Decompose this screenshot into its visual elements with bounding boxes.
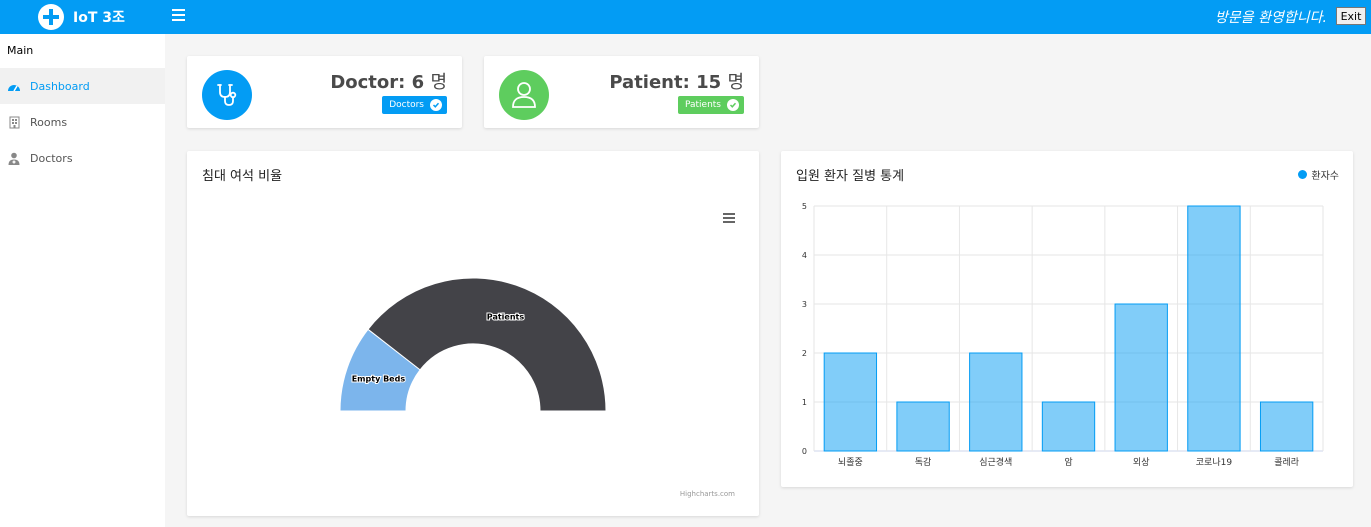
y-tick-label: 5 (802, 202, 807, 211)
x-tick-label: 코로나19 (1196, 457, 1233, 468)
y-tick-label: 4 (802, 251, 807, 260)
brand[interactable]: IoT 3조 (38, 3, 125, 31)
sidebar-item-label: Rooms (30, 115, 68, 129)
bed-pie-chart: Empty Beds Patients (339, 277, 607, 412)
stethoscope-icon (202, 70, 252, 120)
pie-slice-label: Empty Beds (352, 375, 406, 384)
patient-stat-card: Patient: 15 명 Patients (484, 56, 759, 128)
sidebar: Main Dashboard Rooms Doctors (0, 34, 165, 527)
bar[interactable] (823, 352, 878, 452)
top-bar: IoT 3조 방문을 환영합니다. Exit (0, 0, 1371, 34)
x-tick-label: 외상 (1133, 456, 1150, 468)
patient-count: Patient: 15 명 (609, 72, 744, 93)
y-tick-label: 1 (802, 398, 807, 407)
pie-slice-label: Patients (487, 312, 525, 321)
y-tick-label: 3 (802, 300, 807, 309)
bed-ratio-card: 침대 여석 비율 Empty Beds Patients Highcharts.c… (187, 151, 759, 516)
sidebar-item-doctors[interactable]: Doctors (0, 140, 165, 176)
disease-stats-card: 입원 환자 질병 통계 환자수 0 1 2 3 4 5 뇌졸중 독감 심근경색 암 외상 코로나19 콜… (781, 151, 1353, 487)
building-icon (7, 116, 21, 129)
bar[interactable] (1259, 401, 1314, 452)
user-icon (499, 70, 549, 120)
x-tick-label: 뇌졸중 (838, 457, 863, 468)
patients-badge[interactable]: Patients (677, 96, 744, 114)
bar[interactable] (896, 401, 950, 452)
doctor-count: Doctor: 6 명 (330, 72, 447, 93)
sidebar-item-rooms[interactable]: Rooms (0, 104, 165, 140)
user-md-icon (7, 152, 21, 165)
bar[interactable] (969, 352, 1023, 452)
x-tick-label: 암 (1064, 456, 1072, 468)
y-tick-label: 0 (802, 447, 807, 456)
bar[interactable] (1114, 303, 1168, 452)
sidebar-item-label: Doctors (30, 151, 73, 165)
doctor-stat-card: Doctor: 6 명 Doctors (187, 56, 462, 128)
sidebar-item-label: Dashboard (30, 79, 90, 93)
bar[interactable] (1187, 205, 1241, 452)
sidebar-item-dashboard[interactable]: Dashboard (0, 68, 165, 104)
dashboard-icon (7, 80, 21, 93)
sidebar-heading: Main (7, 44, 34, 57)
x-tick-label: 콜레라 (1274, 457, 1300, 468)
y-tick-label: 2 (802, 349, 807, 358)
x-tick-label: 독감 (915, 456, 932, 468)
highcharts-credits[interactable]: Highcharts.com (680, 490, 735, 498)
doctors-badge[interactable]: Doctors (382, 96, 447, 114)
exit-button[interactable]: Exit (1336, 7, 1366, 25)
check-circle-icon (727, 99, 739, 111)
brand-name: IoT 3조 (73, 10, 125, 26)
bar[interactable] (1041, 401, 1096, 452)
menu-toggle-icon[interactable] (172, 9, 185, 21)
disease-bar-chart: 0 1 2 3 4 5 뇌졸중 독감 심근경색 암 외상 코로나19 콜레라 (802, 202, 1324, 468)
medical-cross-icon (38, 4, 64, 30)
welcome-message: 방문을 환영합니다. (1215, 10, 1327, 26)
check-circle-icon (430, 99, 442, 111)
x-tick-label: 심근경색 (979, 456, 1012, 468)
